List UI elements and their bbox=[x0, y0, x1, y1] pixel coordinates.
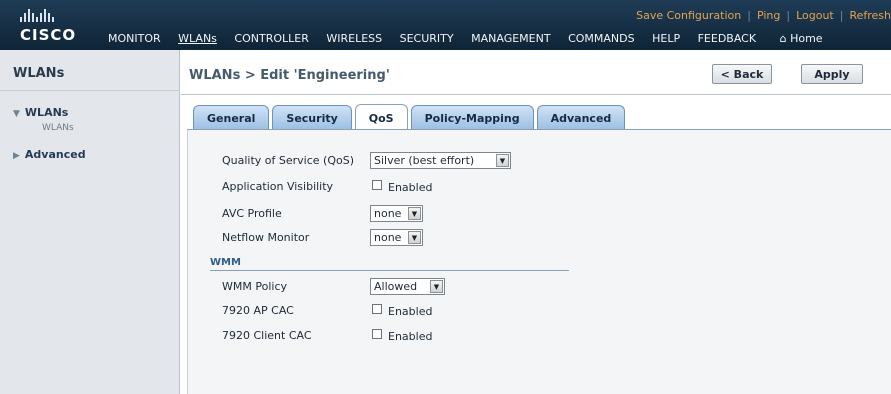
main-content: WLANs > Edit 'Engineering' < Back Apply … bbox=[181, 50, 891, 394]
wmm-divider bbox=[210, 270, 569, 271]
back-button[interactable]: < Back bbox=[712, 64, 772, 84]
top-header: CISCO Save Configuration | Ping | Logout | Ref… bbox=[0, 0, 891, 50]
client-cac-enabled-label: Enabled bbox=[388, 330, 433, 343]
app-visibility-label: Application Visibility bbox=[222, 180, 334, 193]
separator: | bbox=[839, 9, 844, 22]
home-icon: ⌂ bbox=[779, 32, 787, 45]
nav-wlans[interactable]: WLANs bbox=[178, 32, 217, 45]
tab-bar: General Security QoS Policy-Mapping Adva… bbox=[193, 104, 626, 131]
nav-controller[interactable]: CONTROLLER bbox=[234, 32, 308, 45]
sidebar-item-label: WLANs bbox=[24, 106, 69, 119]
nav-security[interactable]: SECURITY bbox=[400, 32, 454, 45]
qos-select-value: Silver (best effort) bbox=[374, 154, 475, 167]
qos-select[interactable]: Silver (best effort) ▼ bbox=[370, 152, 511, 169]
apply-button[interactable]: Apply bbox=[801, 64, 863, 84]
separator: | bbox=[747, 9, 751, 22]
ap-cac-enabled-label: Enabled bbox=[388, 305, 433, 318]
tab-general[interactable]: General bbox=[193, 105, 270, 130]
sidebar-divider bbox=[0, 90, 180, 91]
tab-qos[interactable]: QoS bbox=[354, 104, 408, 131]
save-configuration-link[interactable]: Save Configuration bbox=[636, 9, 741, 22]
qos-panel: Quality of Service (QoS) Silver (best ef… bbox=[187, 129, 891, 394]
wmm-policy-select[interactable]: Allowed ▼ bbox=[370, 278, 445, 295]
ap-cac-label: 7920 AP CAC bbox=[222, 304, 294, 317]
chevron-down-icon: ▼ bbox=[430, 280, 443, 293]
nav-monitor[interactable]: MONITOR bbox=[108, 32, 161, 45]
chevron-down-icon: ▼ bbox=[408, 207, 421, 220]
chevron-down-icon: ▼ bbox=[496, 154, 509, 167]
separator: | bbox=[786, 9, 791, 22]
nav-feedback[interactable]: FEEDBACK bbox=[698, 32, 756, 45]
avc-profile-select-value: none bbox=[374, 207, 402, 220]
sidebar: WLANs ▼ WLANs WLANs ▶ Advanced bbox=[0, 50, 180, 394]
logout-link[interactable]: Logout bbox=[796, 9, 834, 22]
wmm-policy-select-value: Allowed bbox=[374, 280, 418, 293]
main-nav: MONITOR WLANs CONTROLLER WIRELESS SECURI… bbox=[108, 32, 837, 45]
title-divider bbox=[181, 94, 891, 95]
sidebar-item-advanced[interactable]: ▶ Advanced bbox=[13, 148, 86, 161]
cisco-logo-bars-icon bbox=[20, 6, 80, 22]
avc-profile-select[interactable]: none ▼ bbox=[370, 205, 423, 222]
sidebar-item-wlans[interactable]: ▼ WLANs bbox=[13, 106, 68, 119]
cisco-logo[interactable]: CISCO bbox=[20, 6, 80, 46]
netflow-monitor-select-value: none bbox=[374, 231, 402, 244]
netflow-monitor-label: Netflow Monitor bbox=[222, 231, 310, 244]
ap-cac-checkbox[interactable] bbox=[372, 304, 382, 314]
qos-label: Quality of Service (QoS) bbox=[222, 154, 355, 167]
avc-profile-label: AVC Profile bbox=[222, 207, 282, 220]
client-cac-label: 7920 Client CAC bbox=[222, 329, 312, 342]
home-link[interactable]: ⌂ Home bbox=[780, 32, 823, 45]
cisco-logo-text: CISCO bbox=[20, 26, 77, 44]
app-visibility-enabled-label: Enabled bbox=[388, 181, 433, 194]
wmm-section-label: WMM bbox=[210, 257, 241, 268]
tab-advanced[interactable]: Advanced bbox=[536, 105, 626, 130]
sidebar-subitem-wlans[interactable]: WLANs bbox=[42, 123, 74, 133]
collapsed-triangle-icon: ▶ bbox=[13, 151, 20, 161]
tab-security[interactable]: Security bbox=[272, 105, 352, 130]
netflow-monitor-select[interactable]: none ▼ bbox=[370, 229, 423, 246]
page-title: WLANs > Edit 'Engineering' bbox=[189, 68, 390, 83]
home-label: Home bbox=[790, 32, 823, 45]
nav-commands[interactable]: COMMANDS bbox=[568, 32, 635, 45]
sidebar-title: WLANs bbox=[13, 66, 65, 81]
nav-help[interactable]: HELP bbox=[652, 32, 680, 45]
nav-wireless[interactable]: WIRELESS bbox=[326, 32, 382, 45]
app-visibility-checkbox[interactable] bbox=[372, 180, 382, 190]
chevron-down-icon: ▼ bbox=[408, 231, 421, 244]
tab-policy-mapping[interactable]: Policy-Mapping bbox=[410, 105, 534, 130]
client-cac-checkbox[interactable] bbox=[372, 329, 382, 339]
sidebar-item-label: Advanced bbox=[24, 148, 86, 161]
ping-link[interactable]: Ping bbox=[757, 9, 780, 22]
expanded-triangle-icon: ▼ bbox=[13, 109, 20, 119]
utility-links: Save Configuration | Ping | Logout | Refresh bbox=[636, 9, 891, 22]
wmm-policy-label: WMM Policy bbox=[222, 280, 287, 293]
nav-management[interactable]: MANAGEMENT bbox=[471, 32, 550, 45]
refresh-link[interactable]: Refresh bbox=[849, 9, 891, 22]
